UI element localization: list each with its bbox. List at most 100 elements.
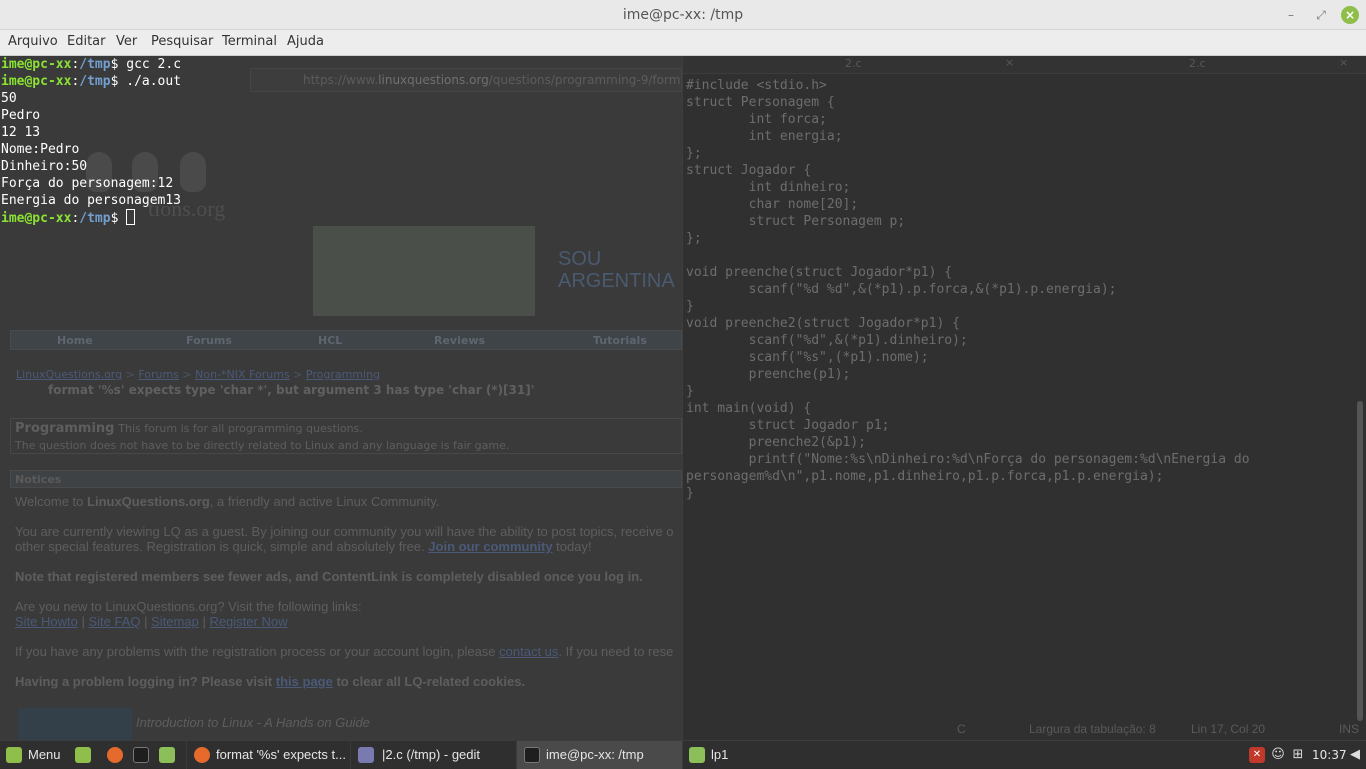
contact-link: contact us xyxy=(499,644,559,659)
menu-label: Menu xyxy=(28,747,61,762)
ad-text-line2: ARGENTINA xyxy=(558,270,675,292)
crumb-nonnix: Non-*NIX Forums xyxy=(195,368,290,381)
gedit-code-line: preenche(p1); xyxy=(686,367,851,382)
prompt-symbol: $ xyxy=(110,57,127,72)
gedit-scrollbar xyxy=(1357,401,1363,721)
gedit-status-tab: Largura da tabulação: 8 xyxy=(1029,722,1156,736)
prompt-path: /tmp xyxy=(79,74,111,89)
lq-forum-desc2: The question does not have to be directl… xyxy=(15,439,510,452)
user-icon[interactable]: ☺ xyxy=(1270,747,1286,763)
penguin-icon xyxy=(180,152,206,192)
prompt-command: gcc 2.c xyxy=(126,57,182,72)
lq-guide-title: Introduction to Linux - A Hands on Guide xyxy=(136,715,370,730)
maximize-button[interactable]: ⤢ xyxy=(1311,5,1331,25)
gedit-code-line: }; xyxy=(686,231,702,246)
mint-logo-icon xyxy=(6,747,22,763)
terminal-line: Pedro xyxy=(1,108,41,123)
volume-icon[interactable]: ◀ xyxy=(1347,747,1363,763)
menu-ajuda[interactable]: Ajuda xyxy=(287,34,324,49)
lq-nav-hcl: HCL xyxy=(318,334,343,347)
prompt-symbol: $ xyxy=(110,74,127,89)
terminal-icon xyxy=(524,747,540,763)
link-faq: Site FAQ xyxy=(88,614,141,629)
taskbar-window-browser[interactable]: format '%s' expects t... xyxy=(186,741,350,769)
crumb-sep: > xyxy=(289,368,306,381)
terminal-line: ime@pc-xx:/tmp$ ./a.out xyxy=(1,73,181,90)
lq-forum-box: Programming This forum is for all progra… xyxy=(10,418,682,454)
launcher-firefox[interactable] xyxy=(104,741,128,769)
firefox-icon xyxy=(107,747,123,763)
gedit-icon xyxy=(358,747,374,763)
folder-icon xyxy=(159,747,175,763)
taskbar-window-label: ime@pc-xx: /tmp xyxy=(546,747,644,762)
links-sep: | xyxy=(140,614,152,629)
network-icon[interactable]: ⊞ xyxy=(1290,747,1306,763)
lq-breadcrumb: LinuxQuestions.org > Forums > Non-*NIX F… xyxy=(16,368,380,381)
crumb-programming: Programming xyxy=(305,368,381,381)
gedit-code-line: int forca; xyxy=(686,112,827,127)
link-register: Register Now xyxy=(209,614,288,629)
prompt-user: ime@pc-xx xyxy=(1,57,72,72)
terminal-line: Dinheiro:50 xyxy=(1,159,88,174)
terminal-output: ime@pc-xx:/tmp$ gcc 2.c ime@pc-xx:/tmp$ .… xyxy=(1,56,181,227)
taskbar-window-gedit[interactable]: |2.c (/tmp) - gedit xyxy=(350,741,516,769)
terminal-line: Força do personagem:12 xyxy=(1,176,174,191)
lq-forum-desc1: This forum is for all programming questi… xyxy=(118,422,363,435)
start-menu-button[interactable]: Menu xyxy=(4,741,66,769)
menu-terminal[interactable]: Terminal xyxy=(222,34,277,49)
this-page-link: this page xyxy=(275,674,333,689)
url-prefix: https://www. xyxy=(303,73,379,87)
join-link: Join our community xyxy=(428,539,553,554)
lq-links: Site Howto | Site FAQ | Sitemap | Regist… xyxy=(15,614,287,629)
logging-pre: Having a problem logging in? Please visi… xyxy=(15,674,276,689)
minimize-button[interactable]: – xyxy=(1281,5,1301,25)
taskbar-window-terminal[interactable]: ime@pc-xx: /tmp xyxy=(516,741,682,769)
taskbar-window-label: lp1 xyxy=(711,747,729,762)
link-howto: Site Howto xyxy=(15,614,78,629)
menu-bar: Arquivo Editar Ver Pesquisar Terminal Aj… xyxy=(0,30,1366,56)
lq-logging: Having a problem logging in? Please visi… xyxy=(15,674,525,689)
terminal-line: 12 13 xyxy=(1,125,41,140)
gedit-tab-close-icon: × xyxy=(1005,56,1015,69)
launcher-desktop[interactable] xyxy=(72,741,96,769)
gedit-tabs: 2.c × 2.c × xyxy=(683,56,1366,74)
taskbar-window-files[interactable]: lp1 xyxy=(682,741,842,769)
ad-text-line1: SOU xyxy=(558,248,602,270)
launcher-files[interactable] xyxy=(156,741,180,769)
clock[interactable]: 10:37 xyxy=(1312,741,1347,769)
gedit-code-line: int energia; xyxy=(686,129,843,144)
ad-text: SOU ARGENTINA xyxy=(558,248,675,292)
prompt-user: ime@pc-xx xyxy=(1,211,72,226)
crumb-sep: > xyxy=(178,368,196,381)
gedit-code-line: } xyxy=(686,299,694,314)
menu-editar[interactable]: Editar xyxy=(67,34,106,49)
lq-guest-line2: other special features. Registration is … xyxy=(15,539,592,554)
gedit-code-line: } xyxy=(686,486,694,501)
menu-arquivo[interactable]: Arquivo xyxy=(8,34,58,49)
ad-image xyxy=(313,226,535,316)
terminal-line: ime@pc-xx:/tmp$ gcc 2.c xyxy=(1,56,181,73)
menu-ver[interactable]: Ver xyxy=(116,34,137,49)
menu-pesquisar[interactable]: Pesquisar xyxy=(151,34,213,49)
window-titlebar[interactable]: ime@pc-xx: /tmp – ⤢ × xyxy=(0,0,1366,30)
launcher-terminal[interactable] xyxy=(130,741,154,769)
gedit-code-line: personagem%d\n",p1.nome,p1.dinheiro,p1.p… xyxy=(686,469,1164,484)
crumb-sep: > xyxy=(122,368,139,381)
terminal-body[interactable]: https://www.linuxquestions.org/questions… xyxy=(0,56,1366,740)
gedit-code-line: struct Jogador { xyxy=(686,163,812,178)
gedit-tab-close-icon: × xyxy=(1339,56,1349,69)
guest-pre: other special features. Registration is … xyxy=(15,539,429,554)
lq-nav-tutorials: Tutorials xyxy=(593,334,647,347)
gedit-code-line: void preenche2(struct Jogador*p1) { xyxy=(686,316,960,331)
gedit-status-mode: INS xyxy=(1339,722,1360,736)
taskbar-window-label: |2.c (/tmp) - gedit xyxy=(382,747,481,762)
terminal-cursor xyxy=(126,209,136,225)
security-shield-icon[interactable]: ✕ xyxy=(1249,747,1265,763)
lq-forum-name: Programming xyxy=(15,421,115,436)
folder-icon xyxy=(689,747,705,763)
close-button[interactable]: × xyxy=(1341,6,1359,24)
lq-nav-forums: Forums xyxy=(186,334,232,347)
url-domain: linuxquestions.org xyxy=(378,73,489,87)
gedit-code-line: int dinheiro; xyxy=(686,180,851,195)
gedit-statusbar: C Largura da tabulação: 8 Lin 17, Col 20… xyxy=(683,718,1366,740)
